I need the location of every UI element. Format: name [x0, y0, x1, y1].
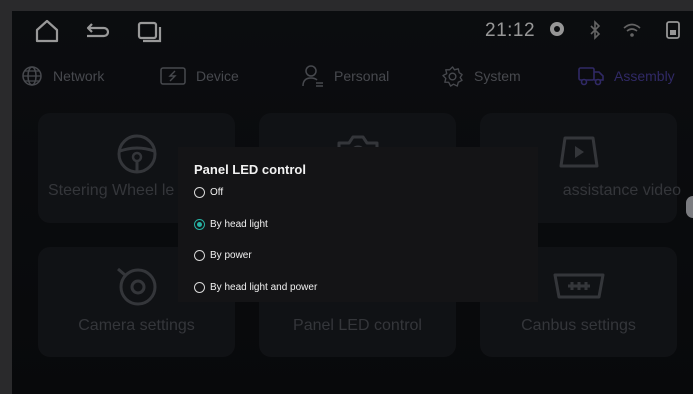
option-label: By head light [210, 218, 268, 230]
option-label: By power [210, 249, 252, 261]
option-by-head-light-and-power[interactable]: By head light and power [194, 279, 317, 295]
panel-led-dialog: Panel LED control Off By head light By p… [178, 147, 538, 302]
radio-button-checked[interactable] [194, 218, 205, 230]
radio-button[interactable] [194, 186, 205, 198]
option-by-power[interactable]: By power [194, 247, 252, 263]
radio-button[interactable] [194, 249, 205, 261]
side-handle[interactable] [686, 196, 693, 218]
dialog-title: Panel LED control [194, 162, 306, 177]
option-label: By head light and power [210, 281, 318, 293]
radio-button[interactable] [194, 281, 205, 293]
option-off[interactable]: Off [194, 184, 223, 200]
option-by-head-light[interactable]: By head light [194, 216, 268, 232]
option-label: Off [210, 186, 224, 198]
head-unit-screen: 21:12 Network Device Personal System Ass… [12, 11, 693, 394]
